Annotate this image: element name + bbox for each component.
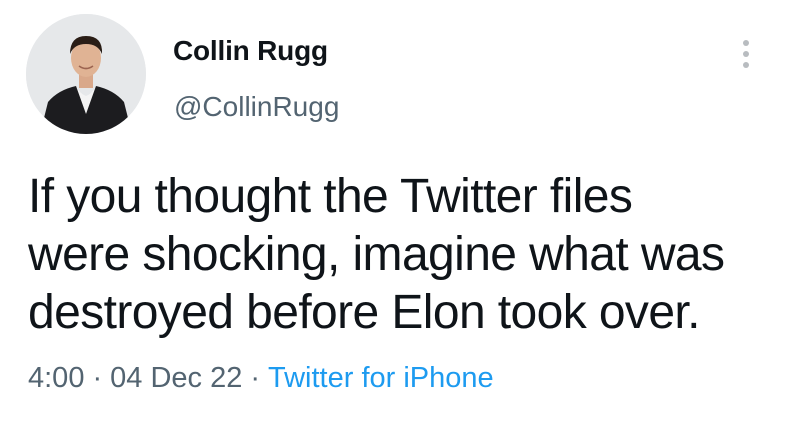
profile-photo — [26, 14, 146, 134]
tweet-text-line: If you thought the Twitter files — [28, 170, 633, 223]
meta-separator: · — [250, 362, 260, 394]
more-vertical-icon — [743, 40, 749, 68]
more-options-button[interactable] — [734, 34, 758, 74]
tweet-source-link[interactable]: Twitter for iPhone — [268, 362, 494, 394]
tweet-date[interactable]: 04 Dec 22 — [110, 362, 242, 394]
tweet-text-line: were shocking, imagine what was — [28, 228, 725, 281]
tweet-time[interactable]: 4:00 — [28, 362, 84, 394]
tweet-text-line: destroyed before Elon took over. — [28, 286, 701, 339]
avatar[interactable] — [26, 14, 146, 134]
display-name[interactable]: Collin Rugg — [173, 34, 328, 68]
user-handle[interactable]: @CollinRugg — [174, 90, 339, 124]
tweet-card: Collin Rugg @CollinRugg If you thought t… — [0, 0, 792, 423]
meta-separator: · — [92, 362, 103, 394]
tweet-text: If you thought the Twitter files were sh… — [28, 168, 778, 342]
tweet-meta: 4:00 · 04 Dec 22 · Twitter for iPhone — [28, 360, 494, 396]
